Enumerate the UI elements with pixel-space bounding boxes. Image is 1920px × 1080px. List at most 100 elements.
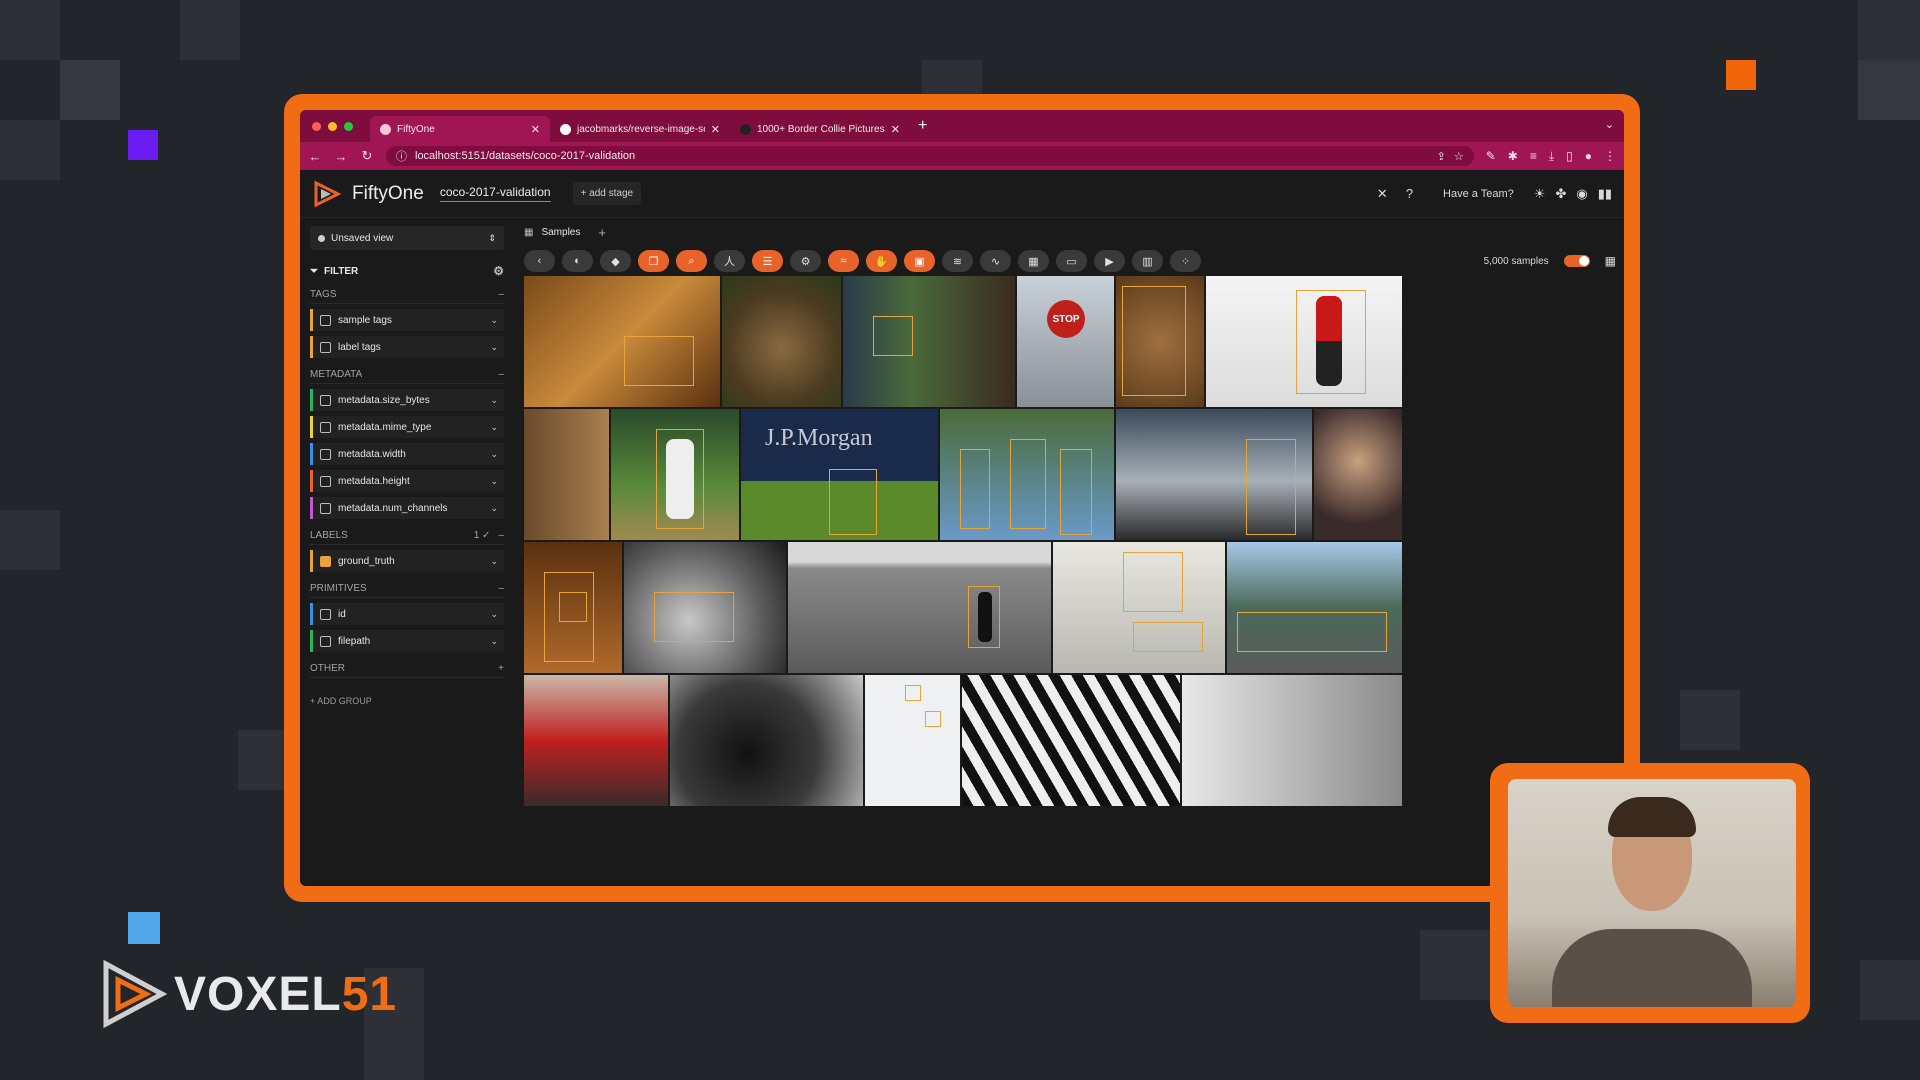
grid-settings-icon[interactable]: ▦	[1605, 254, 1616, 268]
patches-icon[interactable]: ❐	[638, 250, 669, 272]
sample-tile[interactable]	[962, 675, 1180, 806]
checkbox[interactable]	[320, 314, 331, 326]
share-icon[interactable]: ⇪	[1437, 150, 1446, 163]
group-header-primitives[interactable]: PRIMITIVES –	[310, 580, 504, 598]
back-icon[interactable]: ‹	[524, 250, 555, 272]
sample-tile[interactable]	[611, 409, 739, 540]
url-field[interactable]: ⓘ localhost:5151/datasets/coco-2017-vali…	[386, 146, 1474, 166]
sidebar-panel-icon[interactable]: ▯	[1566, 149, 1573, 163]
field-metadata-mime-type[interactable]: metadata.mime_type ⌄	[310, 416, 504, 438]
checkbox[interactable]	[320, 502, 331, 514]
tag-icon[interactable]: ◆	[600, 250, 631, 272]
docs-book-icon[interactable]: ▮▮	[1598, 186, 1612, 202]
collapse-icon[interactable]: –	[498, 530, 504, 541]
close-tab-icon[interactable]: ✕	[531, 123, 540, 136]
person-icon[interactable]: 人	[714, 250, 745, 272]
sample-tile[interactable]	[524, 542, 622, 673]
close-tab-icon[interactable]: ✕	[711, 123, 720, 136]
settings-gear-icon[interactable]: ⚙	[493, 264, 504, 278]
chevron-down-icon[interactable]: ⌄	[490, 422, 498, 433]
sample-tile[interactable]	[940, 409, 1114, 540]
sample-tile[interactable]	[1053, 542, 1225, 673]
sample-tile[interactable]	[1182, 675, 1402, 806]
checkbox[interactable]	[320, 394, 331, 406]
pen-extension-icon[interactable]: ✎	[1486, 149, 1496, 163]
back-arrow-icon[interactable]: ←	[308, 149, 322, 164]
have-a-team-link[interactable]: Have a Team?	[1443, 188, 1514, 200]
table-icon[interactable]: ▦	[1018, 250, 1049, 272]
add-panel-button[interactable]: +	[598, 225, 606, 240]
profile-avatar[interactable]: ●	[1585, 149, 1592, 163]
minimize-window-button[interactable]	[328, 121, 337, 131]
sample-tile[interactable]: J.P.Morgan	[741, 409, 938, 540]
saved-view-selector[interactable]: Unsaved view ⇕	[310, 226, 504, 250]
field-id[interactable]: id ⌄	[310, 603, 504, 625]
sample-tile[interactable]	[624, 542, 786, 673]
chevron-down-icon[interactable]: ⌄	[490, 395, 498, 406]
group-header-other[interactable]: OTHER +	[310, 660, 504, 678]
tab-list-chevron-icon[interactable]: ⌄	[1605, 118, 1614, 131]
sample-tile[interactable]	[1227, 542, 1402, 673]
maximize-window-button[interactable]	[344, 121, 353, 131]
checkbox[interactable]	[320, 475, 331, 487]
expand-plus-icon[interactable]: +	[498, 663, 504, 674]
collapse-icon[interactable]: –	[498, 583, 504, 594]
forward-arrow-icon[interactable]: →	[334, 149, 348, 164]
histogram-icon[interactable]: ▥	[1132, 250, 1163, 272]
close-tab-icon[interactable]: ✕	[891, 123, 900, 136]
site-info-icon[interactable]: ⓘ	[396, 148, 407, 164]
browser-tab-border-collie[interactable]: 1000+ Border Collie Pictures ✕	[730, 116, 910, 142]
add-stage-input[interactable]: + add stage	[572, 182, 642, 205]
settings-icon[interactable]: ⚙	[790, 250, 821, 272]
hand-icon[interactable]: ✋	[866, 250, 897, 272]
sample-tile[interactable]	[1116, 276, 1204, 407]
checkbox[interactable]	[320, 421, 331, 433]
chevron-down-icon[interactable]: ⌄	[490, 449, 498, 460]
fiftyone-logo-icon[interactable]	[312, 179, 342, 209]
field-label-tags[interactable]: label tags ⌄	[310, 336, 504, 358]
download-icon[interactable]: ⤓	[1549, 149, 1554, 164]
github-icon[interactable]: ◉	[1576, 186, 1587, 202]
similarity-search-icon[interactable]: ⌕	[676, 250, 707, 272]
field-metadata-size-bytes[interactable]: metadata.size_bytes ⌄	[310, 389, 504, 411]
field-filepath[interactable]: filepath ⌄	[310, 630, 504, 652]
list-icon[interactable]: ☰	[752, 250, 783, 272]
sample-tile[interactable]	[1116, 409, 1312, 540]
checkbox-checked[interactable]	[320, 555, 331, 567]
reload-icon[interactable]: ↻	[360, 148, 374, 164]
chevron-down-icon[interactable]: ⌄	[490, 315, 498, 326]
field-metadata-height[interactable]: metadata.height ⌄	[310, 470, 504, 492]
group-header-metadata[interactable]: METADATA –	[310, 366, 504, 384]
wave-icon[interactable]: ≈	[828, 250, 859, 272]
embeddings-icon[interactable]: ⁘	[1170, 250, 1201, 272]
checkbox[interactable]	[320, 608, 331, 620]
reading-list-icon[interactable]: ≡	[1530, 149, 1537, 163]
display-icon[interactable]: ▭	[1056, 250, 1087, 272]
zoom-slider[interactable]	[1563, 255, 1590, 267]
sample-tile[interactable]	[865, 675, 960, 806]
browser-tab-fiftyone[interactable]: FiftyOne ✕	[370, 116, 550, 142]
color-palette-icon[interactable]: ◐	[562, 250, 593, 272]
collapse-icon[interactable]: –	[498, 369, 504, 380]
help-icon[interactable]: ?	[1406, 186, 1413, 201]
curve-icon[interactable]: ∿	[980, 250, 1011, 272]
sample-tile[interactable]	[524, 276, 720, 407]
sample-tile[interactable]	[524, 409, 609, 540]
tab-samples[interactable]: Samples	[541, 227, 580, 238]
sample-tile[interactable]	[843, 276, 1015, 407]
sample-tile[interactable]	[722, 276, 841, 407]
chevron-down-icon[interactable]: ⌄	[490, 556, 498, 567]
sample-tile[interactable]	[670, 675, 863, 806]
browser-tab-github[interactable]: jacobmarks/reverse-image-se ✕	[550, 116, 730, 142]
group-header-tags[interactable]: TAGS –	[310, 286, 504, 304]
group-header-labels[interactable]: LABELS 1 ✓ –	[310, 527, 504, 545]
field-sample-tags[interactable]: sample tags ⌄	[310, 309, 504, 331]
checkbox[interactable]	[320, 448, 331, 460]
close-window-button[interactable]	[312, 121, 321, 131]
extensions-puzzle-icon[interactable]: ✱	[1508, 149, 1518, 163]
dataset-selector[interactable]: coco-2017-validation	[439, 185, 551, 202]
new-tab-button[interactable]: +	[918, 117, 927, 135]
collapse-icon[interactable]: –	[498, 289, 504, 300]
sample-tile[interactable]	[1206, 276, 1402, 407]
field-metadata-width[interactable]: metadata.width ⌄	[310, 443, 504, 465]
